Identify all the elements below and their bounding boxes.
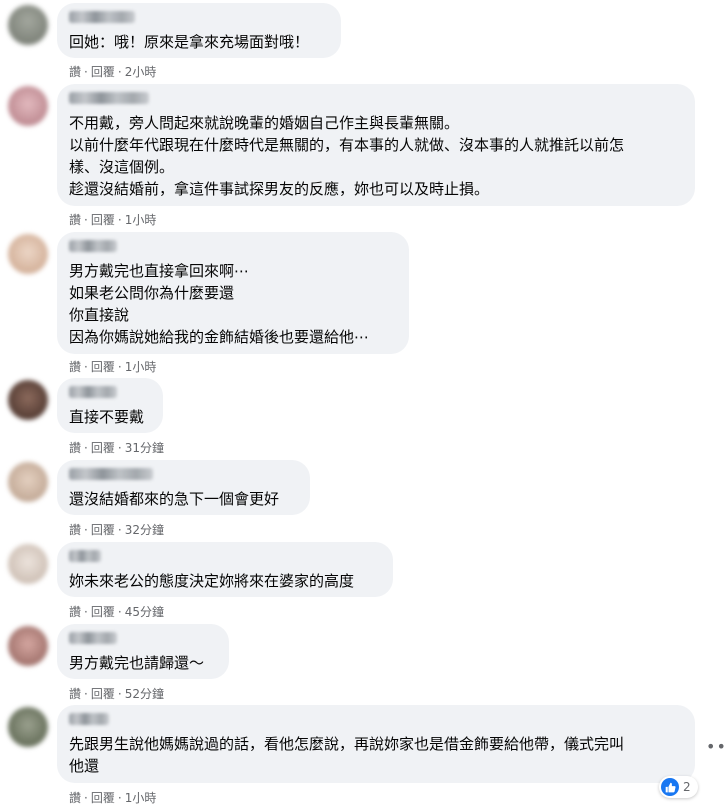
timestamp[interactable]: 31分鐘 [125,439,164,456]
comment-text: 先跟男生說他媽媽說過的話，看他怎麼說，再說妳家也是借金飾要給他帶，儀式完叫 他還 [69,735,625,775]
timestamp[interactable]: 52分鐘 [125,685,164,702]
like-link[interactable]: 讚 [69,63,81,80]
more-horizontal-icon[interactable]: ••• [706,739,727,755]
comment-text: 直接不要戴 [69,408,145,426]
comment-bubble: 先跟男生說他媽媽說過的話，看他怎麼說，再說妳家也是借金飾要給他帶，儀式完叫 他還 [57,705,695,783]
avatar[interactable] [8,462,48,502]
like-link[interactable]: 讚 [69,603,81,620]
like-link[interactable]: 讚 [69,211,81,228]
comment-bubble: 男方戴完也直接拿回來啊⋯ 如果老公問你為什麼要還 你直接說 因為你媽說她給我的金… [57,232,409,354]
comment-text: 回她：哦！原來是拿來充場面對哦！ [69,33,310,51]
commenter-name-blurred[interactable] [69,550,101,562]
avatar[interactable] [8,86,48,126]
comment-text: 男方戴完也直接拿回來啊⋯ 如果老公問你為什麼要還 你直接說 因為你媽說她給我的金… [69,262,370,346]
commenter-name-blurred[interactable] [69,632,117,644]
commenter-name-blurred[interactable] [69,386,117,398]
commenter-name-blurred[interactable] [69,468,153,480]
comment-actions: 讚 · 回覆 · 52分鐘 [69,685,164,702]
comment-bubble: 回她：哦！原來是拿來充場面對哦！ [57,3,341,58]
reply-link[interactable]: 回覆 [91,789,115,806]
like-link[interactable]: 讚 [69,789,81,806]
comment-bubble: 不用戴，旁人問起來就說晚輩的婚姻自己作主與長輩無關。 以前什麼年代跟現在什麼時代… [57,84,695,206]
comment-bubble: 還沒結婚都來的急下一個會更好 [57,460,310,515]
comment-text: 妳未來老公的態度決定妳將來在婆家的高度 [69,572,355,590]
avatar[interactable] [8,707,48,747]
timestamp[interactable]: 1小時 [125,211,157,228]
commenter-name-blurred[interactable] [69,11,135,23]
comment-bubble: 妳未來老公的態度決定妳將來在婆家的高度 [57,542,393,597]
comment-actions: 讚 · 回覆 · 32分鐘 [69,521,164,538]
like-link[interactable]: 讚 [69,685,81,702]
avatar[interactable] [8,5,48,45]
timestamp[interactable]: 1小時 [125,789,157,806]
like-link[interactable]: 讚 [69,439,81,456]
like-link[interactable]: 讚 [69,521,81,538]
reaction-count: 2 [683,780,691,794]
reaction-count-badge[interactable]: 2 [659,776,698,798]
timestamp[interactable]: 45分鐘 [125,603,164,620]
avatar[interactable] [8,626,48,666]
reply-link[interactable]: 回覆 [91,685,115,702]
commenter-name-blurred[interactable] [69,240,117,252]
timestamp[interactable]: 32分鐘 [125,521,164,538]
comment-actions: 讚 · 回覆 · 2小時 [69,63,157,80]
comment-actions: 讚 · 回覆 · 31分鐘 [69,439,164,456]
comment-actions: 讚 · 回覆 · 1小時 [69,789,157,806]
commenter-name-blurred[interactable] [69,713,109,725]
like-link[interactable]: 讚 [69,358,81,375]
timestamp[interactable]: 1小時 [125,358,157,375]
avatar[interactable] [8,234,48,274]
commenter-name-blurred[interactable] [69,92,149,104]
reply-link[interactable]: 回覆 [91,439,115,456]
reply-link[interactable]: 回覆 [91,63,115,80]
comment-bubble: 直接不要戴 [57,378,163,433]
reply-link[interactable]: 回覆 [91,211,115,228]
comment-text: 還沒結婚都來的急下一個會更好 [69,490,280,508]
reply-link[interactable]: 回覆 [91,521,115,538]
avatar[interactable] [8,380,48,420]
comment-text: 男方戴完也請歸還～ [69,654,205,672]
reply-link[interactable]: 回覆 [91,603,115,620]
comment-text: 不用戴，旁人問起來就說晚輩的婚姻自己作主與長輩無關。 以前什麼年代跟現在什麼時代… [69,114,625,198]
comment-bubble: 男方戴完也請歸還～ [57,624,229,679]
reply-link[interactable]: 回覆 [91,358,115,375]
comment-actions: 讚 · 回覆 · 1小時 [69,358,157,375]
timestamp[interactable]: 2小時 [125,63,157,80]
comment-actions: 讚 · 回覆 · 1小時 [69,211,157,228]
comment-actions: 讚 · 回覆 · 45分鐘 [69,603,164,620]
avatar[interactable] [8,544,48,584]
like-icon [661,778,679,796]
